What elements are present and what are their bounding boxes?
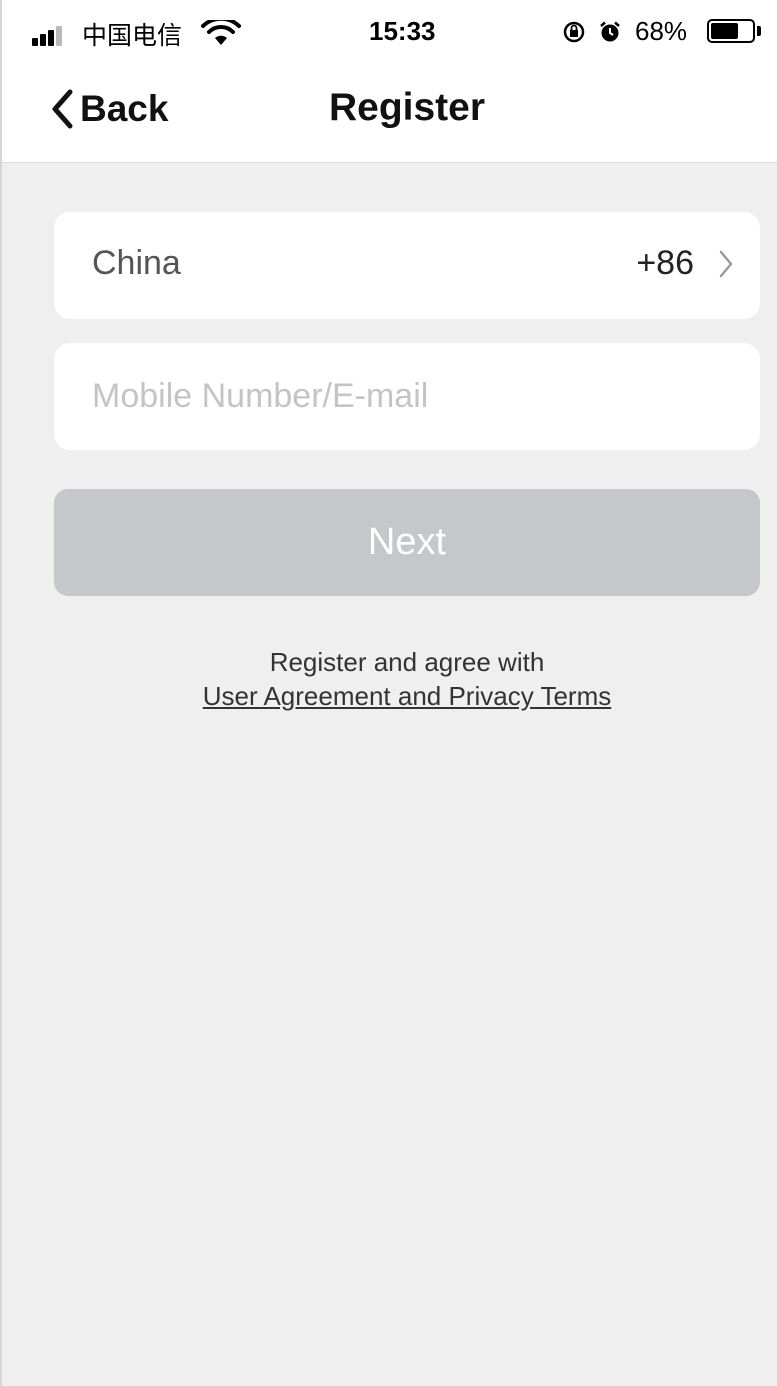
agreement-link-row: User Agreement and Privacy Terms	[2, 681, 777, 712]
page-title: Register	[328, 86, 486, 129]
battery-fill	[711, 23, 739, 39]
battery-icon	[707, 19, 755, 43]
wifi-icon	[198, 16, 244, 46]
country-name: China	[92, 244, 181, 282]
alarm-icon	[599, 19, 621, 42]
country-selector[interactable]: China +86	[54, 212, 760, 319]
header: 中国电信 15:33 68% Back Register	[2, 0, 777, 163]
next-button[interactable]: Next	[54, 489, 760, 596]
status-time: 15:33	[369, 16, 436, 46]
chevron-right-icon	[719, 250, 733, 278]
user-agreement-link[interactable]: User Agreement and Privacy Terms	[203, 681, 611, 711]
carrier-label: 中国电信	[82, 21, 183, 50]
mobile-field-card	[54, 343, 760, 450]
battery-percent: 68%	[635, 16, 688, 46]
battery-tip	[757, 26, 761, 36]
status-bar: 中国电信 15:33 68%	[2, 0, 777, 60]
mobile-email-input[interactable]	[92, 371, 722, 421]
register-screen: 中国电信 15:33 68% Back Register China +86 M…	[0, 0, 777, 1386]
orientation-lock-icon	[563, 19, 585, 43]
agreement-text: Register and agree with	[269, 647, 545, 677]
country-code: +86	[636, 244, 694, 282]
signal-icon	[32, 26, 66, 46]
